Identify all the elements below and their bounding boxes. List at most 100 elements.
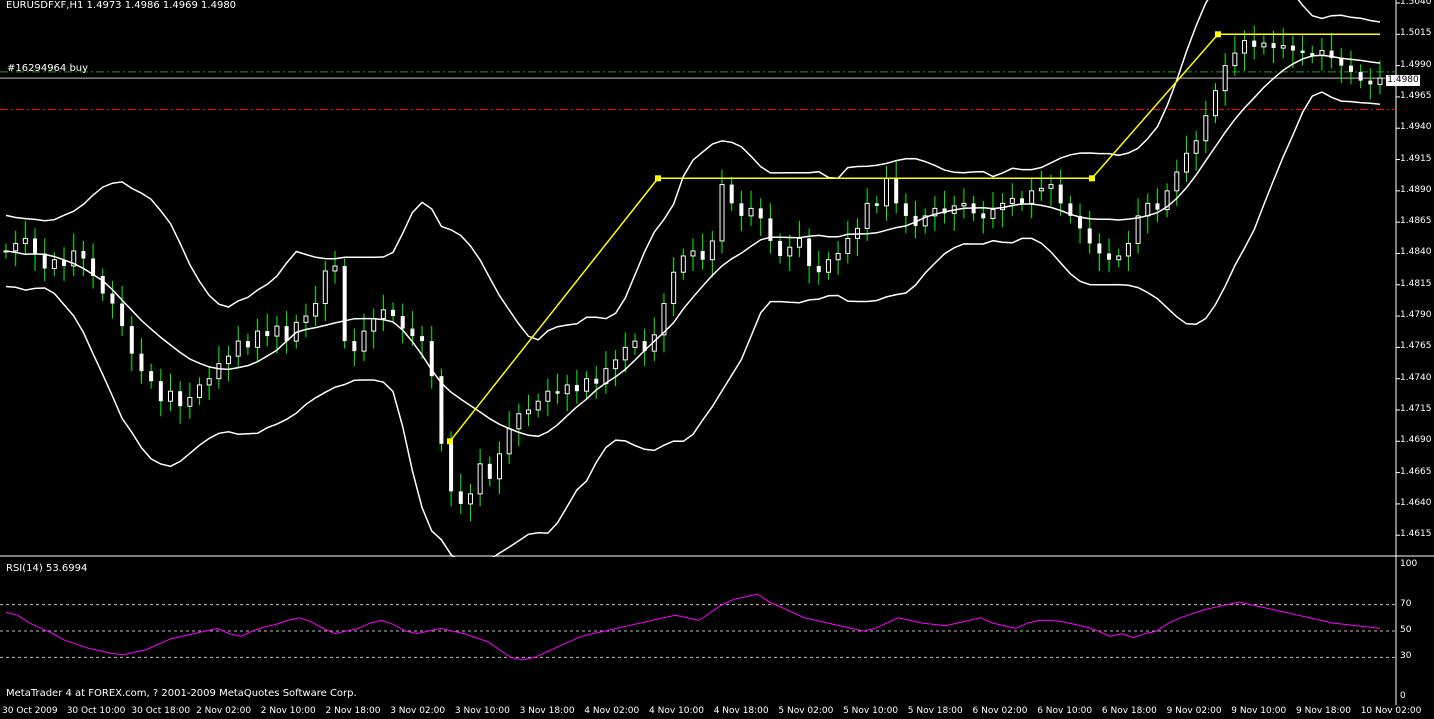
- candle-body: [13, 242, 19, 252]
- price-tick-label: 1.4940: [1400, 122, 1432, 133]
- candle-body: [449, 443, 454, 492]
- time-tick-label: 5 Nov 02:00: [778, 706, 834, 716]
- candle-body: [265, 331, 270, 337]
- candle-body: [1252, 40, 1257, 47]
- time-tick-label: 3 Nov 02:00: [390, 706, 446, 716]
- time-tick-label: 4 Nov 10:00: [649, 706, 704, 716]
- candle-body: [1155, 203, 1160, 210]
- candle-body: [516, 413, 522, 430]
- time-tick-label: 5 Nov 10:00: [843, 706, 899, 716]
- candle-body: [632, 340, 638, 348]
- candle-body: [1087, 228, 1092, 244]
- time-tick-label: 9 Nov 02:00: [1166, 706, 1222, 716]
- candle-body: [1009, 197, 1015, 204]
- candle-body: [874, 203, 879, 206]
- candle-body: [197, 384, 203, 398]
- candle-body: [825, 259, 831, 273]
- price-tick-label: 1.5015: [1400, 28, 1432, 39]
- candle-body: [352, 341, 357, 352]
- candle-body: [439, 376, 444, 444]
- candle-body: [990, 209, 996, 219]
- candle-body: [748, 207, 754, 217]
- time-tick-label: 9 Nov 18:00: [1296, 706, 1351, 716]
- candle-body: [903, 203, 908, 216]
- candle-body: [622, 346, 628, 361]
- candle-body: [1116, 255, 1122, 261]
- candle-body: [187, 396, 193, 407]
- zigzag-point: [1089, 175, 1095, 182]
- candle-body: [342, 265, 347, 342]
- candle-body: [1300, 50, 1305, 54]
- rsi-tick-label: 0: [1400, 691, 1406, 701]
- candle-body: [1058, 184, 1063, 204]
- candle-body: [709, 240, 715, 261]
- candle-body: [235, 340, 241, 357]
- price-chart[interactable]: [0, 0, 1434, 557]
- candle-body: [961, 202, 967, 207]
- candle-body: [1125, 242, 1131, 257]
- price-tick-label: 1.4665: [1400, 466, 1432, 477]
- price-tick-label: 1.4690: [1400, 435, 1432, 446]
- candle-body: [322, 270, 328, 305]
- price-tick-label: 1.4965: [1400, 90, 1432, 101]
- candle-body: [884, 177, 890, 207]
- candle-body: [1183, 152, 1189, 173]
- candle-body: [845, 237, 851, 254]
- candle-body: [274, 325, 280, 337]
- current-price-label: 1.4980: [1386, 75, 1420, 86]
- time-tick-label: 6 Nov 02:00: [972, 706, 1028, 716]
- price-tick-label: 1.4865: [1400, 216, 1432, 227]
- candle-body: [535, 400, 541, 411]
- price-tick-label: 1.4890: [1400, 184, 1432, 195]
- candle-body: [420, 336, 425, 342]
- candle-body: [758, 208, 763, 219]
- candle-body: [129, 326, 134, 354]
- time-tick-label: 30 Oct 2009: [2, 706, 58, 716]
- candle-body: [487, 463, 492, 479]
- copyright-text: MetaTrader 4 at FOREX.com, ? 2001-2009 M…: [6, 688, 357, 699]
- rsi-tick-label: 30: [1400, 651, 1412, 662]
- candle-body: [33, 238, 38, 254]
- candle-body: [400, 316, 405, 329]
- price-tick-label: 1.4640: [1400, 497, 1432, 508]
- candle-body: [51, 259, 57, 269]
- price-tick-label: 1.4790: [1400, 310, 1432, 321]
- candle-body: [1000, 202, 1006, 211]
- rsi-chart[interactable]: [0, 557, 1434, 705]
- candle-body: [1213, 90, 1219, 117]
- price-tick-label: 1.5040: [1400, 0, 1432, 7]
- candle-body: [1242, 40, 1248, 54]
- candle-body: [22, 237, 28, 244]
- candle-body: [380, 309, 386, 320]
- candle-body: [807, 238, 812, 266]
- candle-body: [555, 391, 560, 394]
- candle-body: [574, 384, 579, 392]
- candle-body: [206, 378, 212, 386]
- rsi-info: RSI(14) 53.6994: [6, 563, 88, 574]
- candle-body: [787, 246, 793, 257]
- candle-body: [1203, 115, 1209, 142]
- candle-body: [496, 453, 502, 480]
- candle-body: [477, 463, 483, 495]
- candle-body: [506, 428, 512, 455]
- price-tick-label: 1.4740: [1400, 372, 1432, 383]
- candle-body: [680, 255, 686, 273]
- candle-body: [1135, 215, 1141, 244]
- candle-body: [467, 493, 473, 505]
- price-tick-label: 1.4615: [1400, 529, 1432, 540]
- candle-body: [1348, 65, 1353, 72]
- candle-body: [545, 390, 551, 402]
- candle-body: [42, 253, 47, 269]
- time-tick-label: 2 Nov 10:00: [260, 706, 316, 716]
- candle-body: [167, 390, 173, 402]
- time-tick-label: 30 Oct 18:00: [131, 706, 191, 716]
- candle-body: [1145, 202, 1151, 217]
- candle-body: [1029, 190, 1035, 204]
- price-tick-label: 1.4765: [1400, 341, 1432, 352]
- candle-body: [1280, 45, 1286, 49]
- candle-body: [1193, 140, 1199, 154]
- zigzag-line: [449, 33, 1380, 442]
- candle-body: [226, 355, 232, 365]
- price-tick-label: 1.4990: [1400, 59, 1432, 70]
- time-tick-label: 6 Nov 10:00: [1037, 706, 1093, 716]
